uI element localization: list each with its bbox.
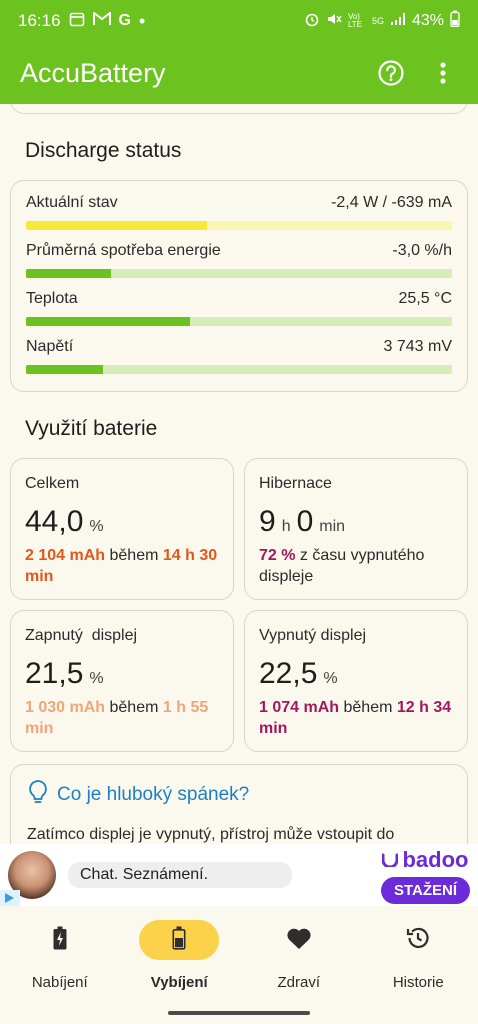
tile-value: 44,0 (25, 505, 84, 538)
mute-icon (326, 11, 342, 32)
ad-text[interactable]: Chat. Seznámení. (68, 862, 292, 888)
more-notifications-dot-icon: • (139, 11, 146, 31)
status-bar: 16:16 G • Vo) LTE 5G 43% (0, 0, 478, 42)
hibernation-tile[interactable]: Hibernace 9 h 0 min 72 % z času vypnutéh… (244, 458, 468, 600)
voltage-bar (26, 365, 452, 374)
status-time: 16:16 (18, 11, 61, 30)
tile-value: 22,5 (259, 657, 318, 690)
badoo-logo: badoo (382, 847, 468, 873)
more-vert-icon[interactable] (428, 58, 458, 88)
app-title: AccuBattery (20, 57, 166, 88)
stat-label: Aktuální stav (26, 194, 118, 211)
previous-card (10, 104, 468, 114)
tile-mah: 1 074 mAh (259, 699, 340, 716)
help-icon[interactable] (376, 58, 406, 88)
tile-during: během (343, 699, 393, 716)
volte-icon: Vo) LTE (347, 12, 363, 29)
alarm-icon (304, 11, 320, 32)
discharge-status-card: Aktuální stav -2,4 W / -639 mA Průměrná … (10, 180, 468, 392)
stat-row-average: Průměrná spotřeba energie -3,0 %/h (26, 239, 452, 287)
tile-during: během (109, 547, 159, 564)
tile-title: Vypnutý displej (259, 627, 367, 644)
tile-mah: 2 104 mAh (25, 547, 106, 564)
tile-title: Hibernace (259, 475, 332, 492)
stat-row-temperature: Teplota 25,5 °C (26, 287, 452, 335)
temperature-bar (26, 317, 452, 326)
nav-item-charging[interactable]: Nabíjení (0, 906, 120, 1024)
nav-label: Nabíjení (31, 974, 88, 991)
bottom-navigation: Nabíjení Vybíjení Zdraví Historie (0, 906, 478, 1024)
tile-percent: 72 % (259, 547, 296, 564)
nav-label: Historie (392, 974, 444, 991)
ad-banner[interactable]: Chat. Seznámení. badoo STAŽENÍ (0, 844, 478, 906)
stat-label: Průměrná spotřeba energie (26, 242, 221, 259)
average-usage-bar (26, 269, 452, 278)
stat-label: Napětí (26, 338, 74, 355)
deep-sleep-link[interactable]: Co je hluboký spánek? (57, 784, 249, 806)
stat-label: Teplota (26, 290, 78, 307)
tile-mah: 1 030 mAh (25, 699, 106, 716)
app-bar: AccuBattery (0, 42, 478, 104)
battery-charging-icon (53, 926, 67, 955)
tile-unit: % (89, 670, 104, 687)
main-content[interactable]: Discharge status Aktuální stav -2,4 W / … (0, 104, 478, 844)
5g-icon: 5G (371, 16, 384, 26)
battery-status-icon (450, 10, 460, 32)
tile-minutes-unit: min (319, 518, 346, 535)
signal-icon (390, 12, 406, 31)
tile-minutes: 0 (296, 505, 314, 538)
battery-discharging-icon (172, 926, 186, 955)
nav-item-health[interactable]: Zdraví (239, 906, 359, 1024)
tile-unit: % (89, 518, 104, 535)
stat-row-voltage: Napětí 3 743 mV (26, 335, 452, 383)
ad-brand: badoo (402, 846, 469, 872)
heart-icon (286, 926, 312, 955)
tile-title: Zapnutý displej (25, 627, 138, 644)
total-usage-tile[interactable]: Celkem 44,0 % 2 104 mAh během 14 h 30 mi… (10, 458, 234, 600)
stat-value: 25,5 °C (398, 290, 452, 307)
discharge-status-title: Discharge status (25, 139, 182, 162)
history-icon (405, 925, 431, 956)
stat-row-current: Aktuální stav -2,4 W / -639 mA (26, 191, 452, 239)
ad-choices-icon[interactable] (0, 890, 20, 906)
current-usage-bar (26, 221, 452, 230)
screen-on-tile[interactable]: Zapnutý displej 21,5 % 1 030 mAh během 1… (10, 610, 234, 752)
stat-value: 3 743 mV (383, 338, 452, 355)
gmail-icon (92, 11, 111, 31)
google-icon: G (118, 12, 131, 29)
lightbulb-icon (27, 779, 49, 810)
nav-item-discharging[interactable]: Vybíjení (120, 906, 240, 1024)
nav-item-history[interactable]: Historie (359, 906, 478, 1024)
battery-percent: 43% (411, 12, 444, 29)
tile-hours: 9 (259, 505, 276, 538)
ad-download-button[interactable]: STAŽENÍ (380, 876, 470, 904)
screen-off-tile[interactable]: Vypnutý displej 22,5 % 1 074 mAh během 1… (244, 610, 468, 752)
battery-usage-title: Využití baterie (25, 417, 158, 440)
stat-value: -3,0 %/h (392, 242, 452, 259)
tile-unit: % (323, 670, 338, 687)
deep-sleep-text: Zatímco displej je vypnutý, přístroj můž… (27, 826, 395, 843)
stat-value: -2,4 W / -639 mA (331, 194, 452, 211)
tile-value: 21,5 (25, 657, 84, 690)
nav-label: Vybíjení (150, 974, 208, 991)
tile-hours-unit: h (281, 518, 291, 535)
nav-label: Zdraví (277, 974, 320, 991)
tile-during: během (109, 699, 159, 716)
deep-sleep-tip-card: Co je hluboký spánek? Zatímco displej je… (10, 764, 468, 844)
calendar-icon (69, 11, 85, 32)
gesture-navigation-bar[interactable] (168, 1011, 310, 1015)
tile-title: Celkem (25, 475, 80, 492)
